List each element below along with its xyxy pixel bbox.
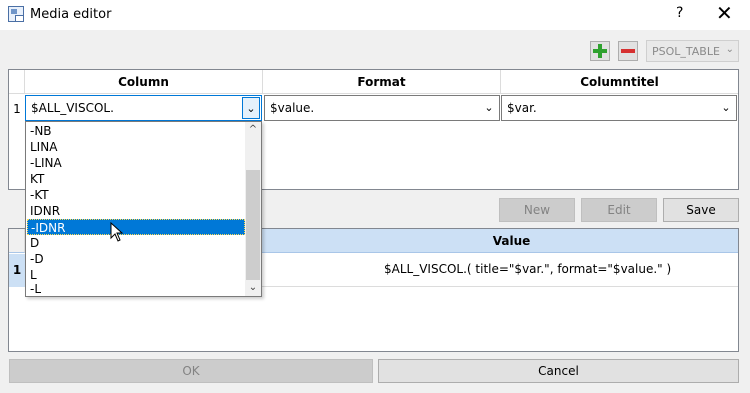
ok-button[interactable]: OK bbox=[9, 359, 373, 383]
list-item[interactable]: D bbox=[27, 235, 245, 251]
row-number: 1 bbox=[13, 102, 21, 116]
add-row-button[interactable] bbox=[590, 41, 610, 61]
media-editor-icon bbox=[8, 6, 24, 22]
column-header-format[interactable]: Format bbox=[263, 70, 501, 94]
list-item[interactable]: LINA bbox=[27, 139, 245, 155]
column-combo[interactable]: $ALL_VISCOL. ⌄ bbox=[25, 95, 262, 121]
help-button[interactable]: ? bbox=[676, 5, 683, 21]
save-button[interactable]: Save bbox=[663, 198, 739, 222]
chevron-down-icon: ⌄ bbox=[725, 44, 734, 55]
chevron-down-icon[interactable]: ⌄ bbox=[480, 97, 498, 119]
table-select-value: PSOL_TABLE bbox=[652, 45, 720, 58]
column-header-columntitel[interactable]: Columntitel bbox=[501, 70, 738, 94]
minus-icon bbox=[621, 49, 635, 53]
list-item[interactable]: L bbox=[27, 267, 245, 283]
chevron-down-icon[interactable]: ⌄ bbox=[242, 97, 260, 119]
list-item[interactable]: -D bbox=[27, 251, 245, 267]
scroll-up-icon[interactable]: ^ bbox=[245, 122, 261, 138]
mouse-cursor-icon bbox=[110, 222, 124, 242]
window-title: Media editor bbox=[30, 7, 112, 22]
row-number: 1 bbox=[9, 254, 25, 287]
format-combo-value: $value. bbox=[270, 101, 315, 115]
dropdown-scrollbar[interactable]: ^ ⌄ bbox=[245, 122, 261, 296]
chevron-down-icon[interactable]: ⌄ bbox=[717, 97, 735, 119]
title-bar: Media editor ? ✕ bbox=[0, 0, 750, 30]
list-item[interactable]: -NB bbox=[27, 123, 245, 139]
list-item[interactable]: -LINA bbox=[27, 155, 245, 171]
columntitel-combo-value: $var. bbox=[507, 101, 537, 115]
list-item[interactable]: -KT bbox=[27, 187, 245, 203]
format-combo[interactable]: $value. ⌄ bbox=[264, 95, 500, 121]
list-item-selected[interactable]: -IDNR bbox=[27, 219, 245, 235]
scrollbar-thumb[interactable] bbox=[246, 170, 260, 280]
new-button[interactable]: New bbox=[499, 198, 575, 222]
row-header-corner bbox=[9, 229, 25, 253]
list-item[interactable]: -L bbox=[27, 283, 245, 296]
plus-icon bbox=[593, 44, 607, 58]
table-select[interactable]: PSOL_TABLE ⌄ bbox=[646, 40, 739, 62]
list-item[interactable]: KT bbox=[27, 171, 245, 187]
column-combo-value: $ALL_VISCOL. bbox=[31, 101, 114, 115]
columntitel-combo[interactable]: $var. ⌄ bbox=[501, 95, 737, 121]
column-dropdown-list[interactable]: -NB LINA -LINA KT -KT IDNR -IDNR D -D L … bbox=[25, 121, 262, 297]
row-header-corner bbox=[9, 70, 25, 94]
list-item[interactable]: IDNR bbox=[27, 203, 245, 219]
column-header-column[interactable]: Column bbox=[25, 70, 263, 94]
value-cell[interactable]: $ALL_VISCOL.( title="$var.", format="$va… bbox=[384, 262, 671, 276]
edit-button[interactable]: Edit bbox=[581, 198, 657, 222]
cancel-button[interactable]: Cancel bbox=[378, 359, 739, 383]
remove-row-button[interactable] bbox=[618, 41, 638, 61]
scroll-down-icon[interactable]: ⌄ bbox=[245, 280, 261, 296]
close-button[interactable]: ✕ bbox=[716, 2, 733, 24]
